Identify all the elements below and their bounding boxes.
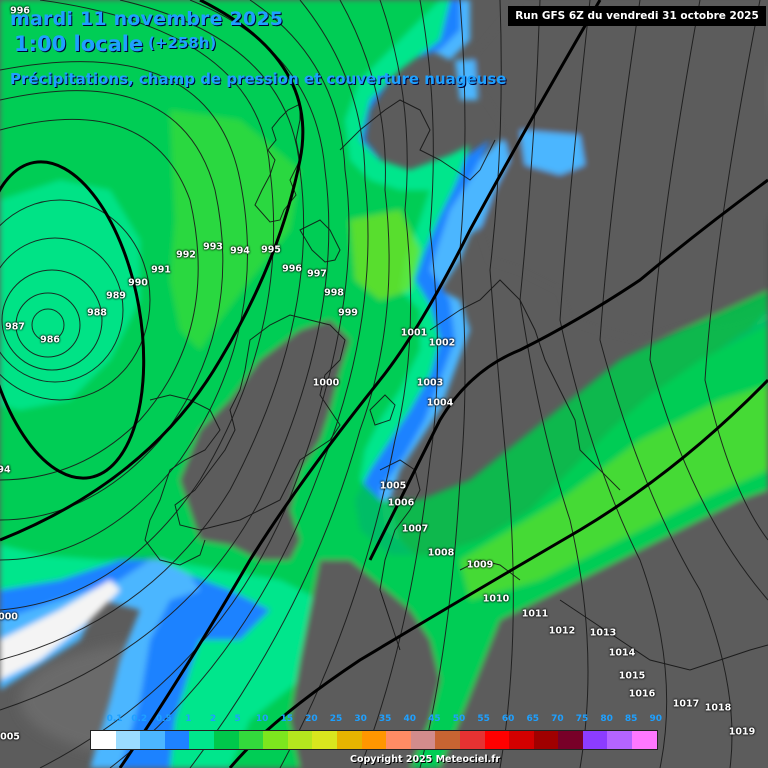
forecast-offset: (+258h) xyxy=(148,34,217,52)
isobar-label: 1010 xyxy=(482,593,510,605)
isobar-label: 994 xyxy=(230,245,250,257)
isobar-label: 1014 xyxy=(608,647,636,659)
isobar-label: 1000 xyxy=(312,377,340,389)
weather-map: 996 987 986 988 989 990 991 992 993 994 995 996 997 9… xyxy=(0,0,768,768)
legend-label: 20 xyxy=(305,714,318,724)
legend-swatch xyxy=(238,731,264,749)
isobar-label: 1007 xyxy=(401,523,429,535)
legend-labels: 0.1 0.2 0.5 1 2 5 10 15 20 25 30 35 40 45 50 55 60 65 70 75… xyxy=(90,714,662,728)
isobar-label: 1002 xyxy=(428,337,456,349)
legend-swatch xyxy=(213,731,239,749)
legend-swatch xyxy=(386,731,411,749)
legend-label: 0.1 xyxy=(106,714,123,724)
isobar-label: 1016 xyxy=(628,688,656,700)
isobar-label: 989 xyxy=(106,290,126,302)
map-canvas xyxy=(0,0,768,768)
legend-swatch xyxy=(484,731,510,749)
legend-swatch xyxy=(140,731,165,749)
legend-label: 60 xyxy=(501,714,515,724)
legend-swatch xyxy=(361,731,387,749)
legend-swatch xyxy=(336,731,362,749)
legend-swatch xyxy=(410,731,436,749)
legend-label: 10 xyxy=(255,714,269,724)
isobar-label: 1013 xyxy=(589,627,617,639)
legend-swatch xyxy=(287,731,313,749)
legend-swatch xyxy=(312,731,337,749)
legend-label: 55 xyxy=(477,714,490,724)
legend-label: 0.2 xyxy=(131,714,148,724)
isobar-label: 1015 xyxy=(618,670,646,682)
isobar-label: 987 xyxy=(5,321,25,333)
run-label: Run GFS 6Z du vendredi 31 octobre 2025 xyxy=(508,6,766,26)
map-description: Précipitations, champ de pression et cou… xyxy=(10,70,507,88)
legend-label: 70 xyxy=(551,714,564,724)
legend-label: 40 xyxy=(403,714,417,724)
legend-swatch xyxy=(91,731,116,749)
isobar-label: 988 xyxy=(87,307,107,319)
legend-label: 1 xyxy=(185,714,192,724)
legend-label: 80 xyxy=(600,714,613,724)
legend-swatch xyxy=(435,731,460,749)
legend-swatch xyxy=(509,731,534,749)
isobar-label: 1009 xyxy=(466,559,494,571)
legend-label: 75 xyxy=(575,714,589,724)
isobar-label: 998 xyxy=(324,287,344,299)
legend-swatch xyxy=(607,731,633,749)
legend-swatch xyxy=(582,731,608,749)
legend-swatch xyxy=(164,731,190,749)
legend-label: 35 xyxy=(378,714,392,724)
isobar-label: 1006 xyxy=(387,497,415,509)
forecast-time: 1:00 locale xyxy=(14,32,144,56)
isobar-label: 1004 xyxy=(426,397,454,409)
isobar-label: 1012 xyxy=(548,625,576,637)
isobar-label: 94 xyxy=(0,464,11,476)
isobar-label: 991 xyxy=(151,264,171,276)
isobar-label: 1018 xyxy=(704,702,732,714)
isobar-label: 1017 xyxy=(672,698,700,710)
legend-label: 2 xyxy=(209,714,217,724)
isobar-label: 1019 xyxy=(728,726,756,738)
isobar-label: 997 xyxy=(307,268,327,280)
legend-label: 30 xyxy=(354,714,367,724)
legend-label: 5 xyxy=(234,714,241,724)
legend-label: 90 xyxy=(649,714,663,724)
isobar-label: 992 xyxy=(176,249,196,261)
isobar-label: 990 xyxy=(128,277,148,289)
isobar-label: 1003 xyxy=(416,377,444,389)
isobar-label: 1005 xyxy=(379,480,407,492)
legend-swatch xyxy=(189,731,214,749)
isobar-label: 986 xyxy=(40,334,60,346)
isobar-label: 1008 xyxy=(427,547,455,559)
isobar-label: 993 xyxy=(203,241,223,253)
legend-swatches xyxy=(90,730,658,750)
copyright: Copyright 2025 Meteociel.fr xyxy=(350,754,501,765)
legend-swatch xyxy=(115,731,141,749)
isobar-label: 999 xyxy=(338,307,358,319)
legend-label: 45 xyxy=(428,714,441,724)
precipitation-legend: 0.1 0.2 0.5 1 2 5 10 15 20 25 30 35 40 45 50 55 60 65 70 75… xyxy=(90,714,662,756)
legend-swatch xyxy=(459,731,485,749)
legend-label: 85 xyxy=(624,714,638,724)
isobar-label: 995 xyxy=(261,244,281,256)
isobar-label: 1001 xyxy=(400,327,428,339)
isobar-label: 000 xyxy=(0,611,18,623)
legend-label: 50 xyxy=(452,714,466,724)
legend-label: 0.5 xyxy=(155,714,172,724)
legend-swatch xyxy=(533,731,559,749)
legend-swatch xyxy=(263,731,288,749)
legend-label: 65 xyxy=(526,714,540,724)
legend-swatch xyxy=(558,731,583,749)
forecast-date: mardi 11 novembre 2025 xyxy=(10,8,284,30)
isobar-label: 996 xyxy=(282,263,302,275)
legend-label: 25 xyxy=(329,714,343,724)
legend-label: 15 xyxy=(280,714,294,724)
legend-swatch xyxy=(632,731,657,749)
isobar-label: 005 xyxy=(0,731,20,743)
isobar-label: 1011 xyxy=(521,608,549,620)
